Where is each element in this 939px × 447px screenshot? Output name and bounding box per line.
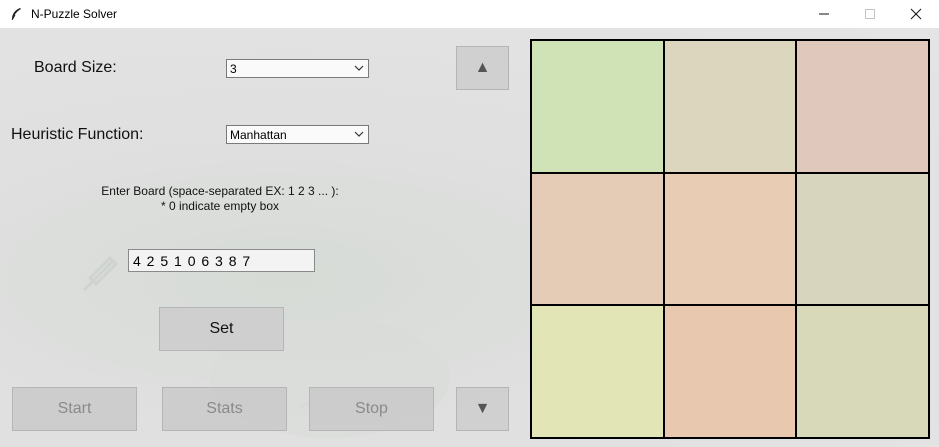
board-tile[interactable] — [531, 305, 664, 438]
heuristic-select[interactable]: Manhattan — [226, 125, 369, 144]
board-tile[interactable] — [796, 172, 929, 306]
maximize-icon — [865, 9, 875, 19]
chevron-down-icon — [354, 131, 364, 137]
title-bar: N-Puzzle Solver — [0, 0, 939, 28]
board-tile[interactable] — [663, 172, 797, 306]
board-tile[interactable] — [531, 40, 664, 173]
board-tile[interactable] — [531, 172, 664, 306]
board-tile[interactable] — [796, 40, 929, 173]
maximize-button[interactable] — [847, 0, 893, 28]
window-title: N-Puzzle Solver — [31, 7, 118, 21]
hint-line-2: * 0 indicate empty box — [160, 199, 280, 213]
board-input[interactable]: 4 2 5 1 0 6 3 8 7 — [128, 249, 315, 272]
minimize-button[interactable] — [801, 0, 847, 28]
board-size-value: 3 — [230, 61, 237, 76]
board-tile[interactable] — [796, 305, 929, 438]
hint-line-1: Enter Board (space-separated EX: 1 2 3 .… — [101, 184, 339, 198]
board-size-select[interactable]: 3 — [226, 59, 369, 78]
board-input-hint: Enter Board (space-separated EX: 1 2 3 .… — [60, 184, 380, 213]
scroll-up-button[interactable]: ▲ — [456, 46, 509, 90]
puzzle-board — [530, 39, 930, 439]
heuristic-value: Manhattan — [230, 127, 287, 142]
chevron-down-icon — [354, 65, 364, 71]
stats-button[interactable]: Stats — [162, 387, 287, 431]
start-button[interactable]: Start — [12, 387, 137, 431]
close-button[interactable] — [893, 0, 939, 28]
minimize-icon — [819, 13, 829, 15]
main-panel: Board Size: 3 Heuristic Function: Manhat… — [0, 28, 939, 447]
board-tile[interactable] — [663, 305, 797, 438]
stop-button[interactable]: Stop — [309, 387, 434, 431]
board-size-label: Board Size: — [34, 59, 117, 76]
feather-icon — [11, 8, 21, 21]
scroll-down-button[interactable]: ▼ — [456, 387, 509, 431]
set-button[interactable]: Set — [159, 307, 284, 351]
board-tile[interactable] — [663, 40, 797, 173]
heuristic-label: Heuristic Function: — [11, 126, 144, 143]
close-icon — [910, 8, 922, 20]
